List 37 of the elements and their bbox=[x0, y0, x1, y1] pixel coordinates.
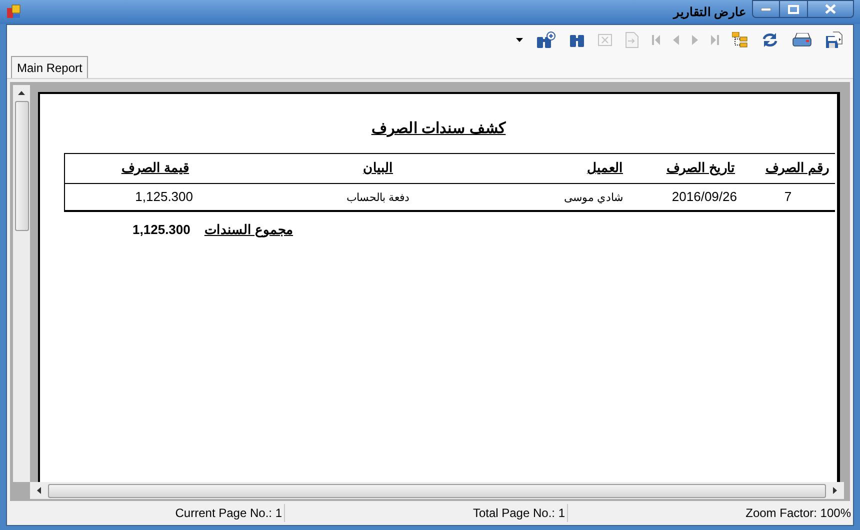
status-text: Zoom Factor: 100% bbox=[746, 505, 851, 522]
scroll-left-icon[interactable] bbox=[37, 487, 41, 494]
app-icon bbox=[6, 4, 22, 20]
column-header: قيمة الصرف bbox=[121, 160, 189, 175]
status-text: Current Page No.: 1 bbox=[175, 505, 282, 522]
status-text: Total Page No.: 1 bbox=[472, 505, 565, 522]
table-cell: دفعة بالحساب bbox=[346, 192, 410, 204]
minimize-button[interactable] bbox=[752, 0, 780, 18]
column-header: تاريخ الصرف bbox=[666, 160, 735, 175]
window-title: عارض التقارير bbox=[674, 4, 746, 21]
total-label: مجموع السندات bbox=[204, 220, 293, 239]
save-icon[interactable] bbox=[825, 31, 843, 49]
column-header: العميل bbox=[587, 160, 623, 175]
printer-icon[interactable] bbox=[792, 33, 812, 47]
table-cell: 1,125.300 bbox=[135, 188, 193, 204]
table-cell: 2016/09/26 bbox=[672, 188, 737, 204]
scroll-thumb[interactable] bbox=[48, 484, 826, 498]
refresh-icon[interactable] bbox=[761, 32, 779, 48]
maximize-icon bbox=[788, 4, 799, 14]
scroll-thumb[interactable] bbox=[14, 101, 28, 231]
maximize-button[interactable] bbox=[780, 0, 807, 18]
report-title: كشف سندات الصرف bbox=[371, 119, 506, 139]
close-button[interactable] bbox=[807, 0, 854, 18]
table-cell: شادي موسى bbox=[564, 192, 623, 204]
table-cell: 7 bbox=[784, 188, 792, 204]
scroll-up-icon[interactable] bbox=[18, 91, 25, 95]
close-icon bbox=[825, 4, 836, 14]
minimize-icon bbox=[761, 8, 771, 10]
total-value: 1,125.300 bbox=[132, 220, 190, 238]
column-header: رقم الصرف bbox=[765, 160, 829, 175]
binoculars-icon[interactable] bbox=[569, 32, 585, 48]
binoculars-plus-icon[interactable] bbox=[536, 31, 556, 49]
scroll-right-icon[interactable] bbox=[833, 487, 837, 494]
caret-icon[interactable] bbox=[516, 38, 523, 42]
report-tab[interactable]: Main Report bbox=[11, 56, 88, 78]
column-header: البيان bbox=[363, 160, 393, 175]
tree-icon[interactable] bbox=[732, 32, 748, 48]
